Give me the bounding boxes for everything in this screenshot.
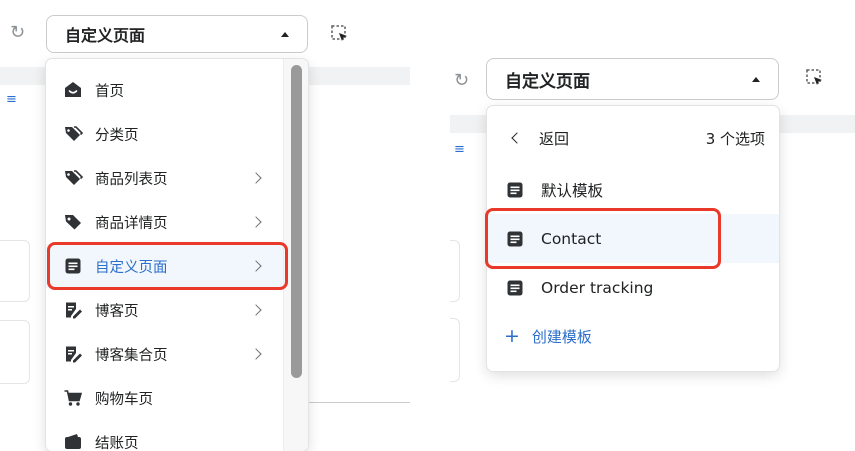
page-type-select[interactable]: 自定义页面 [46,15,308,53]
menu-item-label: 分类页 [95,127,139,144]
page-type-select-value: 自定义页面 [505,71,590,92]
back-row[interactable]: 返回 3 个选项 [487,116,779,160]
menu-item[interactable]: 博客页 [46,288,308,332]
menu-item[interactable]: 商品详情页 [46,200,308,244]
menu-item[interactable]: 首页 [46,68,308,112]
template-item[interactable]: 默认模板 [487,165,779,214]
menu-item-label: 博客页 [95,303,139,320]
template-item-label: Order tracking [541,278,654,297]
menu-item-label: 购物车页 [95,391,153,408]
inspect-select-icon[interactable] [806,69,824,87]
menu-item[interactable]: 购物车页 [46,376,308,420]
page-type-select[interactable]: 自定义页面 [486,58,779,100]
chevron-right-icon [250,172,262,184]
page-icon [507,182,523,197]
editor-blue-glyph: ≡ [454,142,465,157]
template-item[interactable]: Order tracking [487,263,779,312]
caret-up-icon [752,76,760,82]
page-icon [507,280,523,295]
right-screenshot-panel: ≡ ↻ 自定义页面 返回 3 个选项 默认模板 Contact Order trac… [450,0,855,451]
option-count: 3 个选项 [705,129,765,148]
create-template-button[interactable]: + 创建模板 [487,314,779,358]
editor-blue-glyph: ≡ [6,92,17,107]
menu-item[interactable]: 商品列表页 [46,156,308,200]
menu-item-label: 商品列表页 [95,171,168,188]
chevron-right-icon [250,304,262,316]
tags-icon [65,126,83,141]
tags-icon [65,170,83,185]
chevron-left-icon [511,132,523,144]
highlight-box [47,242,288,290]
left-screenshot-panel: ≡ ↻ 自定义页面 首页 分类页 商品列表页 商品详情页 自定义页面 博客页 博客集合页 购物… [0,0,410,451]
tag-icon [65,215,81,230]
cart-icon [64,390,83,406]
menu-item-label: 结账页 [95,435,139,451]
editor-side-card [450,318,460,382]
caret-up-icon [281,31,289,37]
menu-item-label: 商品详情页 [95,215,168,232]
menu-scrollbar-thumb[interactable] [291,65,302,378]
blog-edit-icon [66,346,82,363]
redo-icon[interactable]: ↻ [10,22,25,43]
chevron-right-icon [250,348,262,360]
template-item-label: 默认模板 [541,181,604,200]
highlight-box [485,208,721,269]
home-icon [65,82,81,97]
back-label: 返回 [539,129,570,148]
editor-side-card [0,320,30,384]
checkout-icon [65,434,81,449]
menu-item[interactable]: 分类页 [46,112,308,156]
editor-side-card [450,240,460,302]
editor-side-card [0,240,30,302]
menu-item-label: 首页 [95,83,124,100]
menu-item[interactable]: 结账页 [46,420,308,451]
page-type-select-value: 自定义页面 [65,26,146,45]
create-template-label: 创建模板 [531,327,592,346]
inspect-select-icon[interactable] [331,25,349,43]
menu-item-label: 博客集合页 [95,347,168,364]
blog-edit-icon [66,302,82,319]
chevron-right-icon [250,216,262,228]
menu-item[interactable]: 博客集合页 [46,332,308,376]
editor-divider [300,402,410,403]
redo-icon[interactable]: ↻ [454,70,469,91]
plus-icon: + [504,325,520,347]
